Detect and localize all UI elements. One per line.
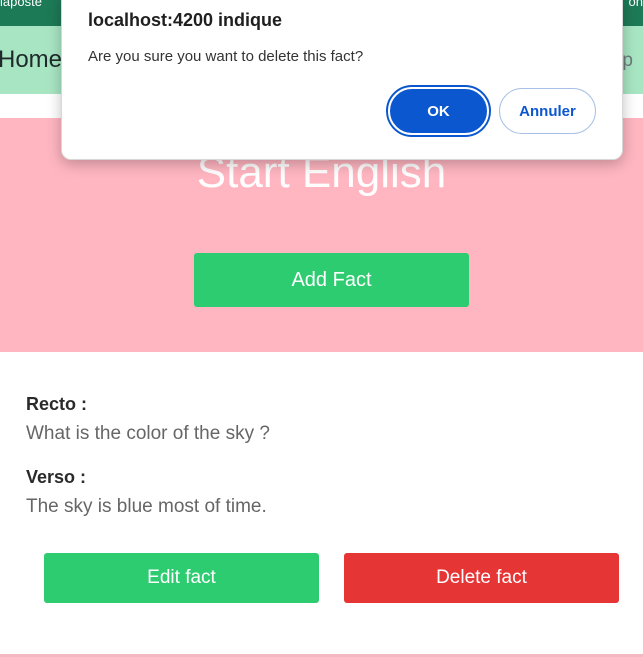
- edit-fact-button[interactable]: Edit fact: [44, 553, 319, 603]
- dialog-cancel-button[interactable]: Annuler: [499, 88, 596, 134]
- nav-right-link[interactable]: p: [622, 50, 633, 72]
- dialog-title: localhost:4200 indique: [88, 10, 283, 30]
- top-strip-right-text: on: [628, 0, 643, 9]
- delete-fact-button[interactable]: Delete fact: [344, 553, 619, 603]
- recto-label: Recto :: [26, 394, 88, 414]
- add-fact-button[interactable]: Add Fact: [194, 253, 469, 307]
- recto-value: What is the color of the sky ?: [26, 423, 270, 444]
- dialog-message: Are you sure you want to delete this fac…: [88, 48, 364, 65]
- nav-home-link[interactable]: Home: [0, 46, 62, 74]
- fact-card: Recto : What is the color of the sky ? V…: [0, 352, 643, 652]
- verso-label: Verso :: [26, 467, 87, 487]
- confirm-dialog: localhost:4200 indique Are you sure you …: [61, 0, 623, 160]
- verso-value: The sky is blue most of time.: [26, 496, 267, 517]
- top-strip-left-text: laposte: [0, 0, 42, 9]
- dialog-ok-button[interactable]: OK: [386, 85, 491, 137]
